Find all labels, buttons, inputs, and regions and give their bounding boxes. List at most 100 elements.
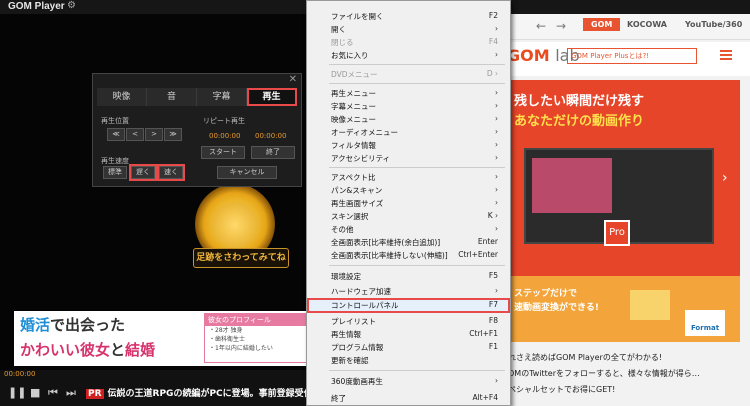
menu-item-open-file[interactable]: ファイルを開く F2 [307,9,510,22]
tab-video[interactable]: 映像 [97,88,147,106]
menu-item-control-panel[interactable]: コントロールパネル F7 [307,298,510,313]
menu-item-360-video[interactable]: 360度動画再生 › [307,374,510,387]
menu-separator [329,64,505,65]
repeat-end-button[interactable]: 終了 [251,146,295,159]
menu-item-screen-size[interactable]: 再生画面サイズ › [307,196,510,209]
forward-fast-button[interactable]: ≫ [164,128,182,141]
menu-item-audio-menu[interactable]: オーディオメニュー › [307,125,510,138]
current-time: 00:00:00 [4,370,36,378]
tab-youtube-360[interactable]: YouTube/360 [685,20,742,29]
repeat-start-button[interactable]: スタート [201,146,245,159]
pro-icon: Pro [604,220,630,246]
menu-item-filter-info[interactable]: フィルタ情報 › [307,138,510,151]
speed-faster-button[interactable]: 速く [157,164,185,181]
tab-playback[interactable]: 再生 [247,88,297,106]
repeat-label: リピート再生 [203,117,245,125]
rewind-button[interactable]: < [126,128,144,141]
menu-item-close[interactable]: 閉じる F4 [307,35,510,48]
profile-line: ・1年以内に結婚したい [209,345,273,352]
next-icon[interactable]: ⏭ [66,386,76,400]
tab-subtitle[interactable]: 字幕 [197,88,247,106]
menu-item-fullscreen-stretch[interactable]: 全画面表示[比率維持しない(伸縮)] Ctrl+Enter [307,248,510,261]
menu-item-playback-info[interactable]: 再生情報 Ctrl+F1 [307,327,510,340]
menu-separator [329,167,505,168]
browser-topbar: ← → GOM KOCOWA YouTube/360 [500,14,750,40]
menu-item-aspect-ratio[interactable]: アスペクト比 › [307,170,510,183]
format-doc-icon: Format [685,310,725,336]
forward-arrow-icon[interactable]: → [556,19,566,33]
menu-item-dvd-menu[interactable]: DVDメニュー D › [307,67,510,80]
speed-normal-button[interactable]: 標準 [103,166,127,179]
news-item[interactable]: OMのTwitterをフォローすると、様々な情報が得ら… [500,366,740,382]
context-menu: ファイルを開く F2 開く › 閉じる F4 お気に入り › DVDメニュー D › 再生… [306,0,511,406]
menu-item-playback-menu[interactable]: 再生メニュー › [307,86,510,99]
stop-icon[interactable]: ■ [30,386,40,399]
news-ticker[interactable]: PR 伝説の王道RPGの続編がPCに登場。事前登録受付中 [86,386,306,400]
carousel-right-icon[interactable]: › [722,170,728,186]
menu-item-fullscreen-keep-ratio[interactable]: 全画面表示[比率維持(余白追加)] Enter [307,235,510,248]
footprint-button[interactable]: 足跡をさわってみてね [193,248,289,268]
menu-item-check-update[interactable]: 更新を確認 [307,353,510,366]
app-title: GOM Player [8,1,65,12]
browser-logo-bar: GOM lab GOM Player Plusとは?! [500,42,750,76]
menu-item-hardware-accel[interactable]: ハードウェア加速 › [307,284,510,297]
menu-item-program-info[interactable]: プログラム情報 F1 [307,340,510,353]
menu-item-favorites[interactable]: お気に入り › [307,48,510,61]
menu-icon[interactable] [720,50,732,60]
pr-badge: PR [86,389,104,399]
ticker-text: 伝説の王道RPGの続編がPCに登場。事前登録受付中 [107,389,306,399]
banner-line1: 婚活で出会った [20,316,126,334]
menu-separator [329,83,505,84]
side-browser: ← → GOM KOCOWA YouTube/360 GOM lab GOM P… [500,14,750,406]
ad1-line2: あなただけの動画作り [514,114,645,129]
banner-line2: かわいい彼女と結婚 [20,341,156,359]
speed-label: 再生速度 [101,157,129,165]
back-arrow-icon[interactable]: ← [536,19,546,33]
profile-title: 彼女のプロフィール [205,314,309,326]
profile-line: ・歯科衛生士 [209,336,246,343]
close-icon[interactable]: ✕ [289,74,297,85]
forward-button[interactable]: > [145,128,163,141]
promo-ad-red[interactable]: 残したい瞬間だけ残す あなただけの動画作り Pro ‹ › [500,80,740,280]
menu-item-video-menu[interactable]: 映像メニュー › [307,112,510,125]
menu-item-open[interactable]: 開く › [307,22,510,35]
pause-icon[interactable]: ❚❚ [8,386,26,399]
speed-slower-button[interactable]: 遅く [129,164,157,181]
ad1-line1: 残したい瞬間だけ残す [514,94,645,109]
menu-item-preferences[interactable]: 環境設定 F5 [307,269,510,282]
menu-item-exit[interactable]: 終了 Alt+F4 [307,391,510,404]
ad2-line1: ステップだけで [514,289,578,299]
menu-separator [329,370,505,371]
previous-icon[interactable]: ⏮ [48,386,58,400]
player-window: GOM Player ⚙ 足跡をさわってみてね ✕ 映像 音 字幕 再生 再生位… [0,0,750,406]
menu-separator [329,265,505,266]
menu-item-pan-scan[interactable]: パン&スキャン › [307,183,510,196]
menu-item-skin-select[interactable]: スキン選択 K › [307,209,510,222]
tab-kocowa[interactable]: KOCOWA [627,20,667,29]
rewind-fast-button[interactable]: ≪ [107,128,125,141]
ad-banner[interactable]: 婚活で出会った かわいい彼女と結婚 彼女のプロフィール ・28才 独身 ・歯科衛… [14,311,314,366]
news-list: れさえ読めばGOM Playerの全てがわかる! OMのTwitterをフォロー… [500,350,740,398]
panel-tabs: 映像 音 字幕 再生 [97,88,297,106]
menu-item-subtitle-menu[interactable]: 字幕メニュー › [307,99,510,112]
tab-audio[interactable]: 音 [147,88,197,106]
banner-profile: 彼女のプロフィール ・28才 独身 ・歯科衛生士 ・1年以内に結婚したい [204,313,310,363]
control-panel: ✕ 映像 音 字幕 再生 再生位置 リピート再生 ≪ < > ≫ 00:00:0… [92,73,302,187]
playback-position-label: 再生位置 [101,117,129,125]
menu-item-other[interactable]: その他 › [307,222,510,235]
menu-item-playlist[interactable]: プレイリスト F8 [307,314,510,327]
search-box[interactable]: GOM Player Plusとは?! [567,48,697,64]
profile-line: ・28才 独身 [209,327,243,334]
folder-icon [630,290,670,320]
news-item[interactable]: ペシャルセットでお得にGET! [500,382,740,398]
ad2-line2: 速動画変換ができる! [514,303,599,313]
gear-icon[interactable]: ⚙ [67,0,76,11]
menu-item-accessibility[interactable]: アクセシビリティ › [307,151,510,164]
promo-ad-orange[interactable]: ステップだけで 速動画変換ができる! Format [500,276,740,342]
preview-image [532,158,612,213]
tab-gom[interactable]: GOM [583,18,621,31]
news-item[interactable]: れさえ読めばGOM Playerの全てがわかる! [500,350,740,366]
repeat-start-time: 00:00:00 [209,132,241,140]
cancel-button[interactable]: キャンセル [217,166,277,179]
gom-disc-center [212,202,258,248]
